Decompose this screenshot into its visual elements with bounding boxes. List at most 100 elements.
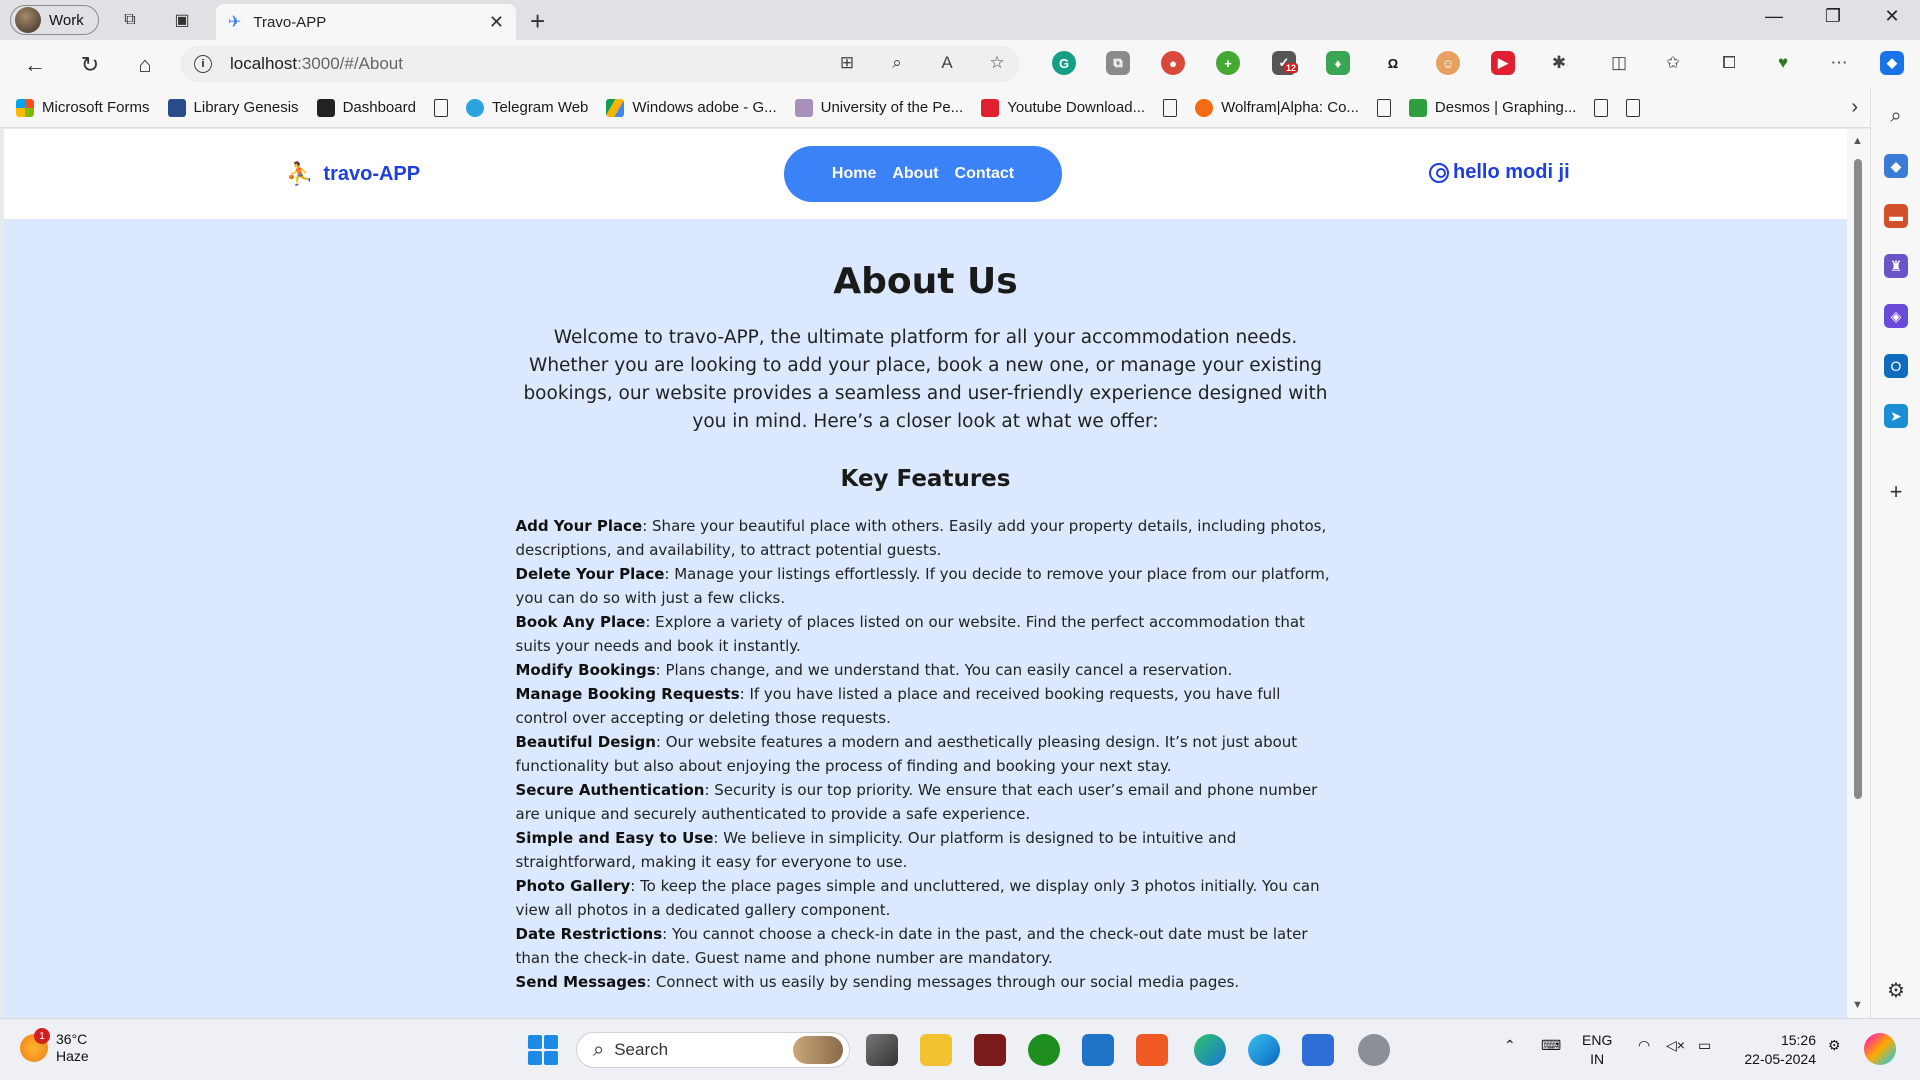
close-window-icon[interactable]: ✕ [1872, 6, 1912, 27]
desmos-icon [1408, 98, 1427, 117]
bookmark-document[interactable] [1594, 98, 1609, 117]
youtube-extension-icon[interactable]: ▶ [1491, 51, 1515, 75]
bookmark-library-genesis[interactable]: Library Genesis [167, 98, 299, 117]
bookmark-youtube-download[interactable]: Youtube Download... [981, 98, 1145, 117]
minimize-icon[interactable]: — [1754, 6, 1794, 27]
notifications-icon[interactable]: ⚙ [1828, 1037, 1841, 1054]
weather-widget[interactable]: 1 36°C Haze [20, 1028, 89, 1065]
edge-icon[interactable] [1248, 1034, 1280, 1066]
bookmark-wolfram-alpha[interactable]: Wolfram|Alpha: Co... [1195, 98, 1359, 117]
bookmark-desmos[interactable]: Desmos | Graphing... [1408, 98, 1576, 117]
site-info-icon[interactable]: i [194, 55, 212, 73]
games-icon[interactable]: ♜ [1884, 254, 1908, 278]
favorites-icon[interactable]: ✩ [1660, 50, 1686, 76]
scroll-thumb[interactable] [1854, 159, 1862, 799]
scroll-down-icon[interactable]: ▼ [1852, 999, 1863, 1011]
more-menu-icon[interactable]: ⋯ [1826, 50, 1852, 76]
windows-start-icon[interactable] [528, 1035, 558, 1065]
bookmark-windows-adobe[interactable]: Windows adobe - G... [606, 98, 777, 117]
settings-gear-icon[interactable]: ⚙ [1884, 978, 1908, 1002]
chevron-right-icon[interactable]: › [1851, 96, 1858, 119]
wifi-icon[interactable]: ◠ [1638, 1037, 1650, 1054]
weather-desc: Haze [56, 1048, 89, 1064]
split-screen-icon[interactable]: ◫ [1606, 50, 1632, 76]
bookmark-document[interactable] [1376, 98, 1391, 117]
shield-icon[interactable]: ♦ [1326, 51, 1350, 75]
extension-face-icon[interactable]: ☺ [1436, 51, 1460, 75]
file-explorer-icon[interactable] [920, 1034, 952, 1066]
feature-name: Simple and Easy to Use [515, 829, 714, 847]
page-viewport: ⛹ travo-APP Home About Contact hello mod… [4, 129, 1847, 1018]
send-icon[interactable]: ➤ [1884, 404, 1908, 428]
user-menu[interactable]: hello modi ji [1429, 161, 1570, 184]
extension-checklist-icon[interactable]: ✓ 12 [1272, 51, 1299, 75]
bookmark-document[interactable] [433, 98, 448, 117]
copilot-taskbar-icon[interactable] [1864, 1033, 1896, 1065]
site-logo[interactable]: ⛹ travo-APP [286, 161, 420, 187]
bookmark-telegram-web[interactable]: Telegram Web [465, 98, 588, 117]
language-indicator[interactable]: ENG IN [1582, 1031, 1612, 1069]
vscode-icon[interactable] [1082, 1034, 1114, 1066]
extension-colorful-icon[interactable]: ● [1161, 51, 1185, 75]
volume-muted-icon[interactable]: ◁× [1666, 1037, 1685, 1054]
taskbar-search[interactable]: ⌕ Search [576, 1032, 850, 1068]
bookmark-label: Windows adobe - G... [632, 99, 777, 116]
browser-essentials-icon[interactable]: ♥ [1770, 50, 1796, 76]
workspaces-icon[interactable]: ⧉ [118, 8, 142, 32]
feature-name: Secure Authentication [515, 781, 705, 799]
system-clock[interactable]: 15:26 22-05-2024 [1736, 1031, 1816, 1069]
nav-contact-link[interactable]: Contact [955, 165, 1015, 183]
keyboard-icon[interactable]: ⌨ [1541, 1037, 1561, 1054]
omega-icon[interactable]: Ω [1381, 51, 1405, 75]
nav-about-link[interactable]: About [892, 165, 938, 183]
back-icon[interactable]: ← [20, 50, 50, 80]
battery-icon[interactable]: ▭ [1698, 1037, 1711, 1054]
scroll-up-icon[interactable]: ▲ [1852, 135, 1863, 147]
outlook-icon[interactable]: O [1884, 354, 1908, 378]
extensions-icon[interactable]: ✱ [1546, 50, 1572, 76]
brave-icon[interactable] [1136, 1034, 1168, 1066]
bookmark-university[interactable]: University of the Pe... [794, 98, 963, 117]
refresh-icon[interactable]: ↻ [75, 50, 105, 80]
search-highlight-icon [793, 1036, 843, 1064]
search-icon[interactable]: ⌕ [1884, 104, 1908, 128]
bookmark-document[interactable] [1163, 98, 1178, 117]
bookmark-dashboard[interactable]: Dashboard [316, 98, 416, 117]
tab-actions-icon[interactable]: ▣ [170, 8, 194, 32]
app-available-icon[interactable]: ⊞ [834, 50, 860, 76]
shopping-tag-icon[interactable]: ◆ [1884, 154, 1908, 178]
home-icon[interactable]: ⌂ [130, 50, 160, 80]
active-tab[interactable]: ✈ Travo-APP ✕ [216, 4, 516, 40]
edge-dev-icon[interactable] [1194, 1034, 1226, 1066]
microsoft-365-icon[interactable]: ◈ [1884, 304, 1908, 328]
xbox-icon[interactable] [1028, 1034, 1060, 1066]
tab-favicon-icon: ✈ [228, 14, 242, 31]
feature-name: Send Messages [515, 973, 647, 991]
bookmark-microsoft-forms[interactable]: Microsoft Forms [16, 98, 150, 117]
weather-sun-icon: 1 [20, 1028, 50, 1062]
extension-copy-icon[interactable]: ⧉ [1106, 51, 1130, 75]
profile-button[interactable]: Work [10, 5, 99, 35]
favorite-star-icon[interactable]: ☆ [984, 50, 1010, 76]
tray-chevron-up-icon[interactable]: ⌃ [1504, 1037, 1516, 1054]
close-tab-icon[interactable]: ✕ [489, 12, 504, 33]
page-scrollbar[interactable]: ▲ ▼ [1847, 129, 1870, 1018]
extension-plus-icon[interactable]: + [1216, 51, 1240, 75]
read-aloud-icon[interactable]: A [934, 50, 960, 76]
collections-icon[interactable]: ⧠ [1716, 50, 1742, 76]
nav-home-link[interactable]: Home [832, 165, 876, 183]
bookmark-document[interactable] [1626, 98, 1641, 117]
copilot-icon[interactable]: ◆ [1880, 51, 1904, 75]
zoom-icon[interactable]: ⌕ [884, 50, 910, 76]
add-icon[interactable]: + [1884, 479, 1908, 504]
tools-icon[interactable]: ▬ [1884, 204, 1908, 228]
task-view-icon[interactable] [866, 1034, 898, 1066]
app-store-icon[interactable] [1302, 1034, 1334, 1066]
microsoft-icon [16, 98, 34, 117]
feature-item: Delete Your Place: Manage your listings … [516, 562, 1336, 610]
new-tab-icon[interactable]: + [530, 6, 545, 37]
app-red-icon[interactable] [974, 1034, 1006, 1066]
grammarly-icon[interactable]: G [1052, 51, 1076, 75]
settings-app-icon[interactable] [1358, 1034, 1390, 1066]
restore-icon[interactable]: ❐ [1813, 6, 1853, 27]
